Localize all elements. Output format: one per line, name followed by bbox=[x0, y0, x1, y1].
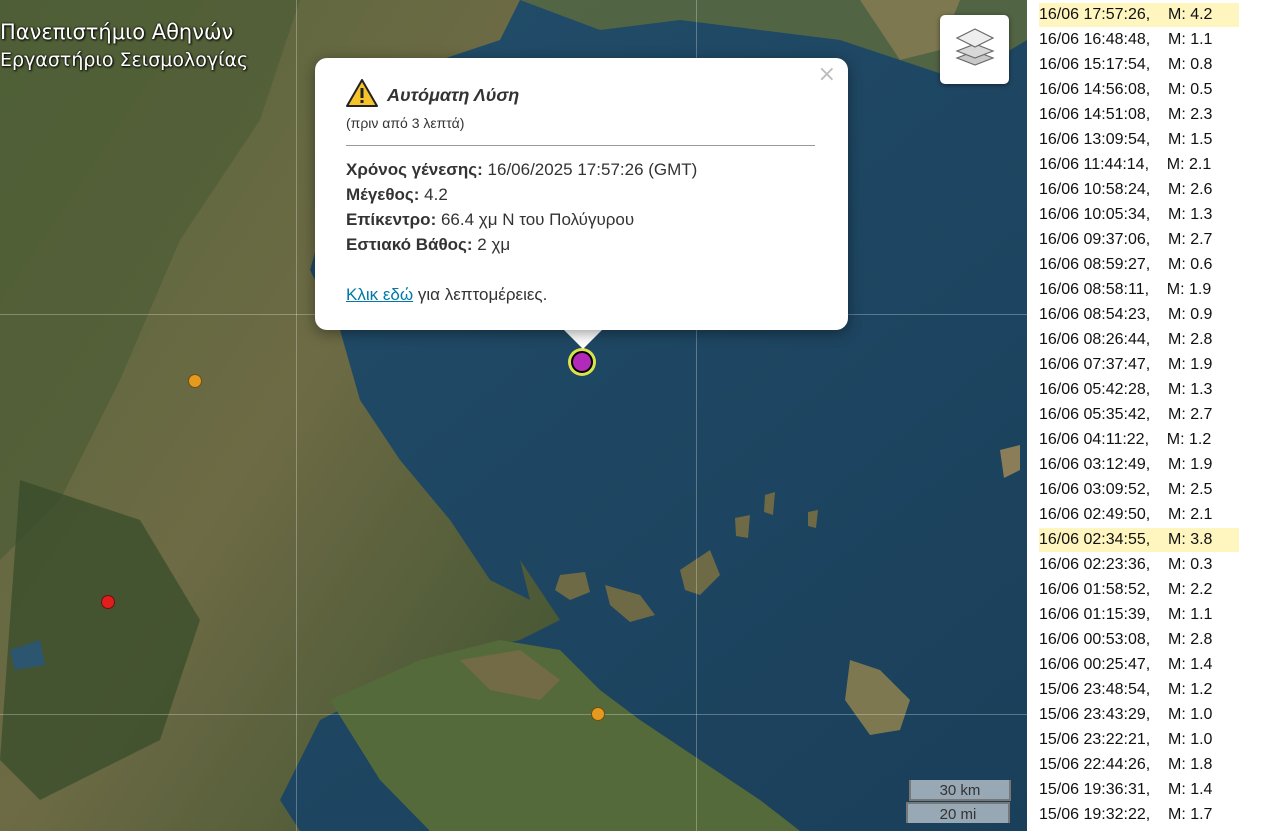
earthquake-list-item[interactable]: 16/06 14:56:08, M: 0.5 bbox=[1039, 78, 1239, 102]
earthquake-list-item[interactable]: 16/06 08:58:11, M: 1.9 bbox=[1039, 278, 1239, 302]
earthquake-list-item[interactable]: 15/06 23:43:29, M: 1.0 bbox=[1039, 703, 1239, 727]
earthquake-list-item[interactable]: 16/06 15:17:54, M: 0.8 bbox=[1039, 53, 1239, 77]
map-grid-line bbox=[0, 714, 1027, 715]
red-marker[interactable] bbox=[101, 595, 115, 609]
earthquake-list-item[interactable]: 16/06 13:09:54, M: 1.5 bbox=[1039, 128, 1239, 152]
earthquake-list-item[interactable]: 16/06 05:35:42, M: 2.7 bbox=[1039, 403, 1239, 427]
warning-icon bbox=[346, 79, 378, 112]
earthquake-list-item[interactable]: 16/06 03:12:49, M: 1.9 bbox=[1039, 453, 1239, 477]
earthquake-list-item[interactable]: 16/06 05:42:28, M: 1.3 bbox=[1039, 378, 1239, 402]
earthquake-list-item[interactable]: 16/06 08:54:23, M: 0.9 bbox=[1039, 303, 1239, 327]
earthquake-list-item[interactable]: 16/06 17:57:26, M: 4.2 bbox=[1039, 3, 1239, 27]
earthquake-list-item[interactable]: 16/06 00:25:47, M: 1.4 bbox=[1039, 653, 1239, 677]
orange-marker[interactable] bbox=[188, 374, 202, 388]
earthquake-list-item[interactable]: 16/06 01:15:39, M: 1.1 bbox=[1039, 603, 1239, 627]
scale-bar: 30 km 20 mi bbox=[906, 780, 1011, 823]
popup-subtitle: (πριν από 3 λεπτά) bbox=[346, 115, 465, 131]
layers-icon bbox=[953, 25, 997, 74]
watermark-university: Πανεπιστήμιο Αθηνών bbox=[0, 20, 234, 44]
earthquake-list-item[interactable]: 15/06 22:44:26, M: 1.8 bbox=[1039, 753, 1239, 777]
popup-fields: Χρόνος γένεσης: 16/06/2025 17:57:26 (GMT… bbox=[346, 157, 697, 257]
layers-control-button[interactable] bbox=[940, 15, 1009, 84]
earthquake-list: 16/06 17:57:26, M: 4.2 16/06 16:48:48, M:… bbox=[1027, 0, 1284, 831]
earthquake-list-item[interactable]: 16/06 11:44:14, M: 2.1 bbox=[1039, 153, 1239, 177]
close-icon[interactable]: × bbox=[818, 62, 836, 87]
popup-title: Αυτόματη Λύση bbox=[387, 85, 520, 105]
earthquake-list-item[interactable]: 16/06 10:05:34, M: 1.3 bbox=[1039, 203, 1239, 227]
earthquake-list-item[interactable]: 15/06 19:32:22, M: 1.7 bbox=[1039, 803, 1239, 827]
earthquake-list-item[interactable]: 16/06 01:58:52, M: 2.2 bbox=[1039, 578, 1239, 602]
earthquake-list-item[interactable]: 16/06 08:59:27, M: 0.6 bbox=[1039, 253, 1239, 277]
earthquake-list-item[interactable]: 16/06 08:26:44, M: 2.8 bbox=[1039, 328, 1239, 352]
earthquake-list-item[interactable]: 16/06 04:11:22, M: 1.2 bbox=[1039, 428, 1239, 452]
popup-field-epicenter: Επίκεντρο: 66.4 χμ Ν του Πολύγυρου bbox=[346, 210, 635, 229]
satellite-map[interactable]: Πανεπιστήμιο Αθηνών Εργαστήριο Σεισμολογ… bbox=[0, 0, 1027, 831]
popup-divider bbox=[346, 145, 815, 146]
details-link[interactable]: Κλικ εδώ bbox=[346, 285, 413, 304]
watermark-lab: Εργαστήριο Σεισμολογίας bbox=[0, 49, 249, 71]
earthquake-list-item[interactable]: 16/06 10:58:24, M: 2.6 bbox=[1039, 178, 1239, 202]
earthquake-list-item[interactable]: 16/06 16:48:48, M: 1.1 bbox=[1039, 28, 1239, 52]
popup-tip bbox=[563, 329, 603, 349]
earthquake-list-item[interactable]: 16/06 14:51:08, M: 2.3 bbox=[1039, 103, 1239, 127]
popup-field-depth: Εστιακό Βάθος: 2 χμ bbox=[346, 235, 511, 254]
earthquake-list-item[interactable]: 15/06 23:22:21, M: 1.0 bbox=[1039, 728, 1239, 752]
earthquake-list-item[interactable]: 16/06 02:49:50, M: 2.1 bbox=[1039, 503, 1239, 527]
popup-header: Αυτόματη Λύση bbox=[346, 79, 519, 112]
earthquake-list-item[interactable]: 16/06 09:37:06, M: 2.7 bbox=[1039, 228, 1239, 252]
earthquake-list-item[interactable]: 16/06 07:37:47, M: 1.9 bbox=[1039, 353, 1239, 377]
earthquake-list-item[interactable]: 16/06 02:34:55, M: 3.8 bbox=[1039, 528, 1239, 552]
popup-field-magnitude: Μέγεθος: 4.2 bbox=[346, 185, 448, 204]
earthquake-list-item[interactable]: 16/06 00:53:08, M: 2.8 bbox=[1039, 628, 1239, 652]
earthquake-popup: × Αυτόματη Λύση (πριν από 3 λεπτά) Χρόνο… bbox=[315, 58, 848, 330]
earthquake-list-item[interactable]: 16/06 03:09:52, M: 2.5 bbox=[1039, 478, 1239, 502]
popup-field-origin-time: Χρόνος γένεσης: 16/06/2025 17:57:26 (GMT… bbox=[346, 160, 698, 179]
scale-km: 30 km bbox=[909, 780, 1011, 801]
earthquake-list-item[interactable]: 15/06 19:36:31, M: 1.4 bbox=[1039, 778, 1239, 802]
popup-details-row: Κλικ εδώ για λεπτομέρειες. bbox=[346, 285, 548, 304]
map-grid-line bbox=[296, 0, 297, 831]
earthquake-list-item[interactable]: 15/06 23:48:54, M: 1.2 bbox=[1039, 678, 1239, 702]
orange-marker[interactable] bbox=[591, 707, 605, 721]
epicenter-marker[interactable] bbox=[571, 351, 593, 373]
scale-mi: 20 mi bbox=[906, 802, 1010, 823]
earthquake-list-item[interactable]: 16/06 02:23:36, M: 0.3 bbox=[1039, 553, 1239, 577]
